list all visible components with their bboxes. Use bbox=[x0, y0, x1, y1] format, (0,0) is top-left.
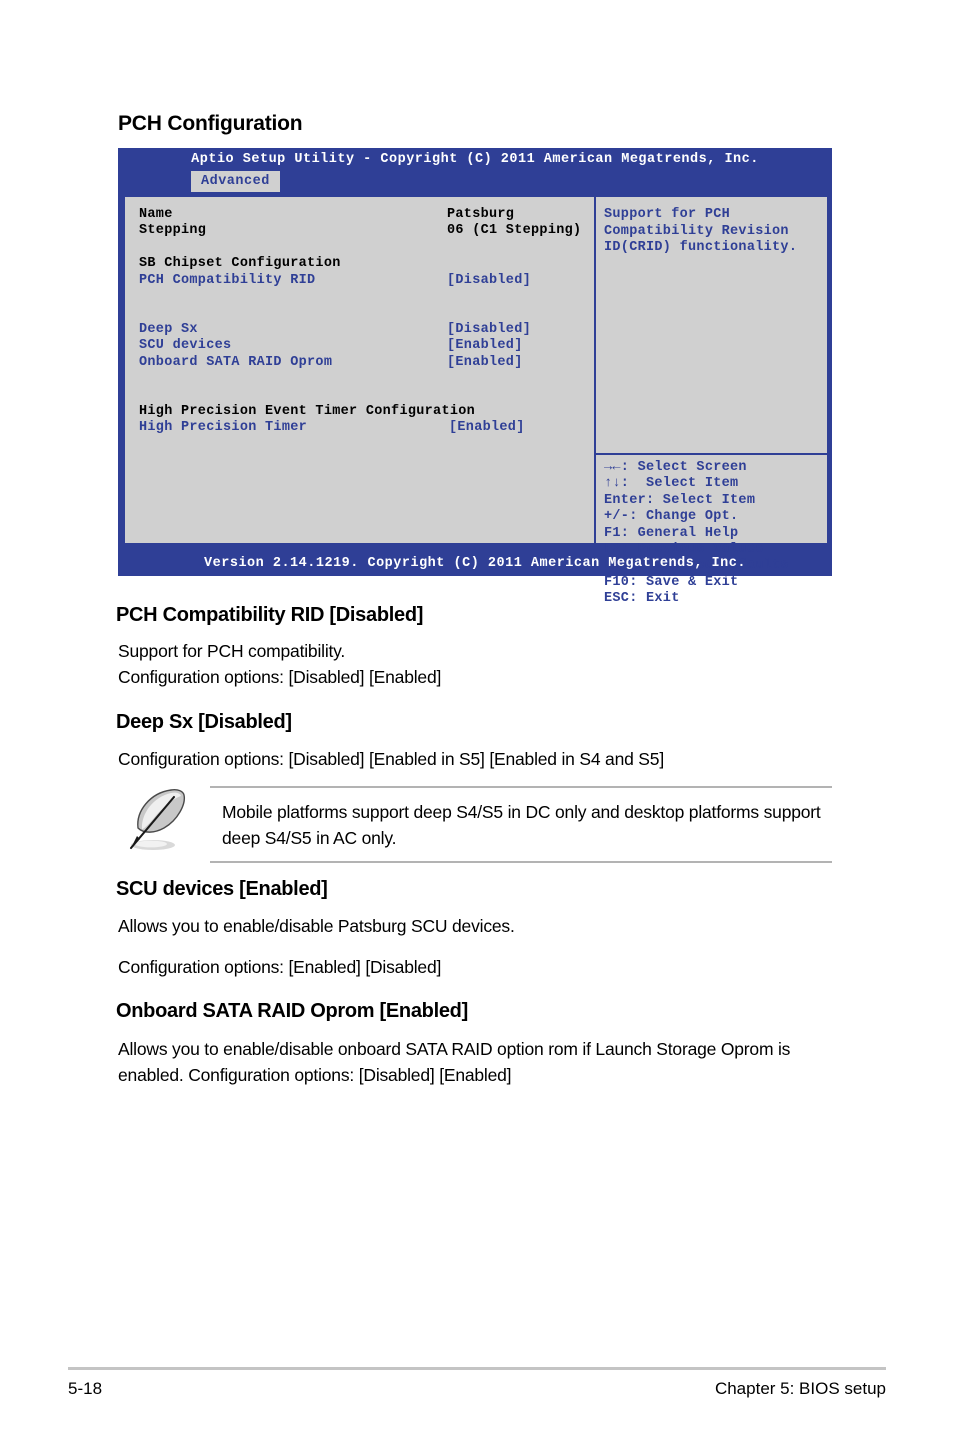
bios-row-spacer bbox=[139, 305, 590, 321]
section-body-onboard-sata-raid-oprom: Allows you to enable/disable onboard SAT… bbox=[118, 1036, 836, 1088]
bios-setting-label: High Precision Timer bbox=[139, 420, 308, 436]
section-body-scu-devices-1: Allows you to enable/disable Patsburg SC… bbox=[118, 913, 878, 939]
body-line: Configuration options: [Disabled] [Enabl… bbox=[118, 667, 442, 687]
bios-setting-row[interactable]: SB Chipset Configuration bbox=[139, 256, 590, 272]
quill-pen-icon bbox=[129, 789, 185, 850]
section-heading-deep-sx: Deep Sx [Disabled] bbox=[116, 711, 292, 733]
note-bottom-rule bbox=[210, 861, 832, 863]
body-line: Allows you to enable/disable Patsburg SC… bbox=[118, 916, 515, 936]
tab-advanced[interactable]: Advanced bbox=[191, 171, 280, 192]
bios-version-footer: Version 2.14.1219. Copyright (C) 2011 Am… bbox=[204, 556, 746, 571]
bios-body: Name Patsburg Stepping 06 (C1 Stepping) SB C… bbox=[123, 195, 829, 606]
section-heading-pch-compatibility-rid: PCH Compatibility RID [Disabled] bbox=[116, 604, 424, 626]
bios-setting-value[interactable]: [Disabled] bbox=[447, 273, 531, 289]
bios-settings-pane: Name Patsburg Stepping 06 (C1 Stepping) SB C… bbox=[125, 197, 596, 543]
bios-setting-label: Name bbox=[139, 207, 173, 222]
bios-row-spacer bbox=[139, 240, 590, 256]
bios-setting-label: Deep Sx bbox=[139, 321, 198, 337]
bios-setting-row[interactable]: Onboard SATA RAID Oprom [Enabled] bbox=[139, 355, 590, 371]
bios-key-legend: →←: Select Screen ↑↓: Select Item Enter:… bbox=[604, 460, 789, 607]
bios-setting-row[interactable]: PCH Compatibility RID [Disabled] bbox=[139, 273, 590, 289]
bios-row-spacer bbox=[139, 289, 590, 305]
bios-help-text: Support for PCH Compatibility Revision I… bbox=[604, 207, 798, 255]
help-pane-divider bbox=[596, 453, 827, 455]
bios-setting-row[interactable]: Deep Sx [Disabled] bbox=[139, 322, 590, 338]
bios-setting-label: Stepping bbox=[139, 223, 207, 239]
bios-setting-label: PCH Compatibility RID bbox=[139, 272, 316, 288]
note-text: Mobile platforms support deep S4/S5 in D… bbox=[222, 802, 821, 848]
footer-rule bbox=[68, 1367, 886, 1370]
body-line: Allows you to enable/disable onboard SAT… bbox=[118, 1039, 791, 1085]
bios-setting-row[interactable]: Name Patsburg bbox=[139, 207, 590, 223]
footer-page-number: 5-18 bbox=[68, 1379, 103, 1398]
body-line: Support for PCH compatibility. bbox=[118, 641, 346, 661]
bios-setting-row[interactable]: SCU devices [Enabled] bbox=[139, 338, 590, 354]
bios-setting-value[interactable]: [Enabled] bbox=[447, 338, 523, 354]
bios-setting-label: SB Chipset Configuration bbox=[139, 256, 341, 272]
section-body-scu-devices-2: Configuration options: [Enabled] [Disabl… bbox=[118, 954, 878, 980]
section-body-pch-compatibility-rid: Support for PCH compatibility. Configura… bbox=[118, 638, 838, 690]
note-box: Mobile platforms support deep S4/S5 in D… bbox=[210, 786, 832, 863]
footer-chapter: Chapter 5: BIOS setup bbox=[714, 1379, 886, 1398]
bios-setting-label: High Precision Event Timer Configuration bbox=[139, 403, 476, 419]
bios-setting-value[interactable]: [Enabled] bbox=[449, 420, 525, 436]
bios-setting-label: SCU devices bbox=[139, 338, 232, 354]
bios-help-pane: Support for PCH Compatibility Revision I… bbox=[596, 197, 827, 606]
bios-setting-value[interactable]: [Disabled] bbox=[447, 322, 531, 338]
bios-setting-row[interactable]: High Precision Event Timer Configuration bbox=[139, 404, 590, 420]
bios-settings-list: Name Patsburg Stepping 06 (C1 Stepping) SB C… bbox=[139, 207, 590, 436]
section-body-deep-sx: Configuration options: [Disabled] [Enabl… bbox=[118, 746, 878, 772]
section-heading-onboard-sata-raid-oprom: Onboard SATA RAID Oprom [Enabled] bbox=[116, 1000, 468, 1022]
section-heading-scu-devices: SCU devices [Enabled] bbox=[116, 878, 328, 900]
bios-setting-label: Onboard SATA RAID Oprom bbox=[139, 354, 333, 370]
bios-row-spacer bbox=[139, 371, 590, 387]
body-line: Configuration options: [Disabled] [Enabl… bbox=[118, 749, 664, 769]
page-title: PCH Configuration bbox=[118, 112, 303, 135]
bios-setting-row[interactable]: High Precision Timer [Enabled] bbox=[139, 420, 590, 436]
body-line: Configuration options: [Enabled] [Disabl… bbox=[118, 957, 442, 977]
bios-tab-row: Advanced bbox=[119, 171, 831, 192]
bios-setting-row[interactable]: Stepping 06 (C1 Stepping) bbox=[139, 223, 590, 239]
bios-setting-value[interactable]: [Enabled] bbox=[447, 355, 523, 371]
bios-setting-value[interactable]: 06 (C1 Stepping) bbox=[447, 223, 581, 239]
bios-titlebar: Aptio Setup Utility - Copyright (C) 2011… bbox=[191, 152, 759, 167]
bios-setting-value[interactable]: Patsburg bbox=[447, 207, 514, 223]
document-page: PCH Configuration Aptio Setup Utility - … bbox=[0, 0, 954, 1438]
bios-setup-screen: Aptio Setup Utility - Copyright (C) 2011… bbox=[118, 148, 832, 606]
bios-row-spacer bbox=[139, 387, 590, 403]
